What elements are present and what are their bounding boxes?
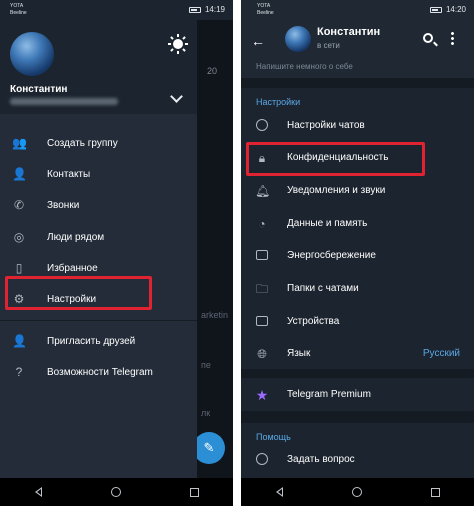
system-nav-bar — [241, 478, 474, 506]
phone-icon: ✆ — [13, 198, 25, 212]
menu-item-features[interactable]: ? Возможности Telegram — [0, 359, 197, 385]
back-nav-icon[interactable] — [275, 487, 284, 497]
add-person-icon: 👤 — [12, 334, 27, 348]
section-gap — [241, 78, 474, 88]
menu-item-new-group[interactable]: 👥 Создать группу — [0, 130, 197, 156]
settings-item-power[interactable]: Энергосбережение — [241, 243, 474, 269]
menu-item-label: Люди рядом — [47, 231, 105, 243]
menu-item-label: Контакты — [47, 168, 91, 180]
person-icon: 👤 — [12, 167, 27, 181]
drawer-header: Константин — [0, 20, 197, 114]
settings-item-folders[interactable]: 🗀 Папки с чатами — [241, 276, 474, 302]
chat-list-background: 20 arketin пе лк — [197, 20, 233, 478]
navigation-drawer: Константин 👥 Создать группу 👤 Контакты ✆… — [0, 20, 197, 478]
nearby-icon: ◎ — [13, 230, 25, 244]
user-phone-blurred — [10, 98, 118, 105]
settings-item-label: Настройки чатов — [287, 120, 365, 131]
settings-item-label: Данные и память — [287, 218, 368, 229]
highlight-settings — [5, 276, 152, 310]
settings-item-notifications[interactable]: 🔔︎ Уведомления и звуки — [241, 178, 474, 204]
status-bar: YOTA Beeline 14:19 — [0, 0, 233, 20]
settings-item-label: Язык — [287, 348, 311, 359]
chat-fragment: arketin — [201, 310, 229, 320]
carrier-name-2: Beeline — [257, 10, 274, 16]
chat-bubble-icon — [255, 119, 269, 133]
pencil-icon: ✎ — [203, 440, 215, 455]
settings-item-ask-question[interactable]: Задать вопрос — [241, 447, 474, 473]
phone-left-drawer: YOTA Beeline 14:19 20 arketin пе лк ✎ Ко… — [0, 0, 233, 506]
devices-icon — [255, 315, 269, 329]
star-icon: ★ — [255, 387, 269, 403]
globe-icon: 🌐︎ — [257, 347, 267, 361]
settings-item-label: Папки с чатами — [287, 283, 359, 294]
settings-item-language[interactable]: 🌐︎ Язык Русский — [241, 341, 474, 367]
settings-item-label: Уведомления и звуки — [287, 185, 386, 196]
home-nav-icon[interactable] — [351, 487, 362, 497]
chevron-down-icon[interactable] — [170, 90, 183, 103]
menu-item-label: Возможности Telegram — [47, 366, 153, 378]
home-nav-icon[interactable] — [110, 487, 121, 497]
carrier-name-2: Beeline — [10, 10, 27, 16]
settings-item-label: Telegram Premium — [287, 389, 371, 400]
back-nav-icon[interactable] — [34, 487, 43, 497]
section-gap — [241, 411, 474, 423]
menu-item-label: Звонки — [47, 199, 80, 211]
chat-fragment: лк — [201, 408, 211, 418]
sun-icon[interactable] — [168, 34, 188, 54]
clock-icon: ◔ — [258, 217, 266, 231]
section-title-settings: Настройки — [256, 97, 301, 107]
status-time: 14:19 — [204, 5, 225, 14]
language-value: Русский — [422, 348, 460, 359]
battery-icon — [429, 6, 442, 13]
folder-icon: 🗀 — [255, 282, 268, 296]
user-name: Константин — [10, 84, 68, 95]
bell-icon: 🔔︎ — [255, 184, 271, 198]
highlight-privacy — [246, 142, 425, 176]
more-vertical-icon[interactable] — [451, 31, 454, 45]
section-gap — [241, 369, 474, 378]
settings-item-premium[interactable]: ★ Telegram Premium — [241, 382, 474, 408]
settings-item-data[interactable]: ◔ Данные и память — [241, 211, 474, 237]
chat-fragment: 20 — [207, 66, 218, 76]
group-icon: 👥 — [12, 136, 27, 150]
settings-item-label: Энергосбережение — [287, 250, 376, 261]
carrier-name: YOTA — [257, 3, 271, 9]
settings-item-label: Устройства — [287, 316, 340, 327]
section-title-help: Помощь — [256, 432, 291, 442]
menu-item-contacts[interactable]: 👤 Контакты — [0, 161, 197, 187]
settings-item-devices[interactable]: Устройства — [241, 309, 474, 335]
settings-item-chats[interactable]: Настройки чатов — [241, 113, 474, 139]
menu-item-nearby[interactable]: ◎ Люди рядом — [0, 224, 197, 250]
bio-placeholder: Напишите немного о себе — [256, 62, 353, 71]
menu-item-invite[interactable]: 👤 Пригласить друзей — [0, 328, 197, 354]
question-icon: ? — [15, 365, 23, 379]
profile-status: в сети — [317, 41, 340, 50]
profile-name: Константин — [317, 26, 381, 38]
carrier-name: YOTA — [10, 3, 24, 9]
status-bar: YOTA Beeline 14:20 — [241, 0, 474, 20]
menu-item-label: Избранное — [47, 262, 98, 274]
search-icon[interactable] — [423, 33, 433, 43]
menu-item-label: Создать группу — [47, 137, 118, 149]
divider — [0, 320, 197, 321]
back-arrow-icon[interactable]: ← — [251, 33, 265, 49]
bookmark-icon: ▯ — [15, 261, 23, 275]
system-nav-bar — [0, 478, 233, 506]
recent-apps-icon[interactable] — [189, 487, 199, 497]
battery-icon — [255, 249, 269, 263]
compose-button[interactable]: ✎ — [193, 432, 225, 464]
bio-field[interactable]: Напишите немного о себе — [241, 60, 474, 78]
chat-fragment: пе — [201, 360, 211, 370]
avatar[interactable] — [10, 32, 54, 76]
status-time: 14:20 — [445, 5, 466, 14]
menu-item-label: Пригласить друзей — [47, 335, 136, 347]
battery-icon — [188, 6, 201, 13]
phone-right-settings: YOTA Beeline 14:20 ← Константин в сети Н… — [241, 0, 474, 506]
avatar[interactable] — [285, 26, 311, 52]
recent-apps-icon[interactable] — [430, 487, 440, 497]
menu-item-calls[interactable]: ✆ Звонки — [0, 192, 197, 218]
chat-bubble-icon — [255, 453, 269, 467]
settings-item-label: Задать вопрос — [287, 454, 355, 465]
